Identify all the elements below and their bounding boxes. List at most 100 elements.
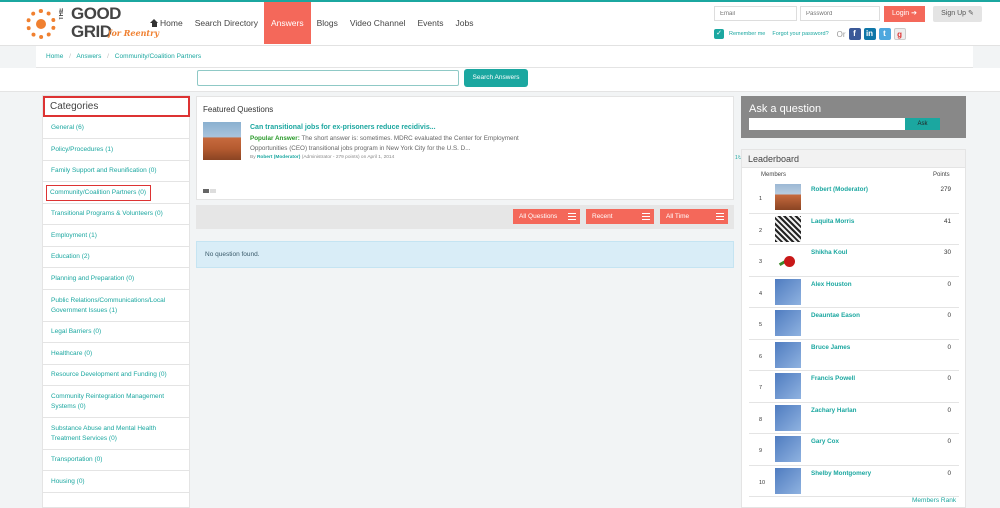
member-link[interactable]: Shikha Koul xyxy=(811,249,847,256)
members-rank-link[interactable]: Members Rank xyxy=(912,497,956,504)
search-answers-button[interactable]: Search Answers xyxy=(464,69,528,87)
category-item[interactable]: Policy/Procedures (1) xyxy=(43,139,189,161)
featured-questions-panel: Featured Questions Can transitional jobs… xyxy=(196,96,742,200)
avatar[interactable] xyxy=(775,373,801,399)
remember-me-checkbox[interactable]: ✓ xyxy=(714,29,724,39)
member-points: 279 xyxy=(940,186,951,193)
leaderboard-row: 5 Deauntae Eason 0 xyxy=(749,308,959,340)
all-time-filter[interactable]: All Time xyxy=(660,209,728,224)
twitter-icon[interactable]: t xyxy=(878,28,891,40)
category-item[interactable]: Healthcare (0) xyxy=(43,343,189,365)
forgot-password-link[interactable]: Forgot your password? xyxy=(772,31,828,37)
breadcrumb: Home / Answers / Community/Coalition Par… xyxy=(36,46,973,68)
login-button[interactable]: Login ➔ xyxy=(884,6,925,22)
menu-icon xyxy=(716,213,724,220)
remember-me-label[interactable]: Remember me xyxy=(729,31,765,37)
nav-search-directory[interactable]: Search Directory xyxy=(189,2,264,44)
member-points: 30 xyxy=(943,249,951,256)
breadcrumb-home[interactable]: Home xyxy=(46,53,63,60)
featured-question-thumbnail[interactable] xyxy=(203,122,241,160)
avatar[interactable] xyxy=(775,467,801,494)
nav-video-channel[interactable]: Video Channel xyxy=(344,2,412,44)
member-link[interactable]: Deauntae Eason xyxy=(811,312,860,319)
signup-button[interactable]: Sign Up ✎ xyxy=(933,6,982,22)
site-logo[interactable]: THE GOOD GRID for Reentry xyxy=(26,5,159,43)
ask-title: Ask a question xyxy=(749,103,822,115)
avatar[interactable] xyxy=(775,310,801,336)
ask-question-panel: Ask a question Ask xyxy=(741,96,966,138)
category-item[interactable]: Public Relations/Communications/Local Go… xyxy=(43,290,189,322)
avatar[interactable] xyxy=(775,404,801,431)
google-icon[interactable]: g xyxy=(893,28,906,40)
avatar[interactable] xyxy=(775,215,801,242)
category-item[interactable]: Substance Abuse and Mental Health Treatm… xyxy=(43,418,189,450)
logo-the: THE xyxy=(59,8,65,20)
category-item[interactable]: Housing (0) xyxy=(43,471,189,493)
leaderboard-row: 3 Shikha Koul 30 xyxy=(749,245,959,277)
breadcrumb-separator: / xyxy=(69,53,71,60)
ask-button[interactable]: Ask xyxy=(905,118,940,130)
menu-icon xyxy=(568,213,576,220)
breadcrumb-answers[interactable]: Answers xyxy=(76,53,101,60)
nav-blogs[interactable]: Blogs xyxy=(311,2,344,44)
avatar[interactable] xyxy=(775,184,801,210)
header: THE GOOD GRID for Reentry Home Search Di… xyxy=(0,2,1000,46)
category-item[interactable]: Community Reintegration Management Syste… xyxy=(43,386,189,418)
recent-filter[interactable]: Recent xyxy=(586,209,654,224)
nav-home[interactable]: Home xyxy=(144,2,189,44)
facebook-icon[interactable]: f xyxy=(848,28,861,40)
main-nav: Home Search Directory Answers Blogs Vide… xyxy=(144,2,479,44)
category-item[interactable]: Transportation (0) xyxy=(43,450,189,471)
member-link[interactable]: Robert (Moderator) xyxy=(811,186,868,193)
linkedin-icon[interactable]: in xyxy=(863,28,876,40)
nav-answers[interactable]: Answers xyxy=(264,2,311,44)
leaderboard-panel: Leaderboard Members Points 1 Robert (Mod… xyxy=(741,149,966,508)
breadcrumb-current: Community/Coalition Partners xyxy=(114,53,202,60)
avatar[interactable] xyxy=(775,341,801,368)
category-item[interactable]: Legal Barriers (0) xyxy=(43,322,189,343)
leaderboard-row: 1 Robert (Moderator) 279 xyxy=(749,182,959,214)
points-column-header: Points xyxy=(933,172,950,178)
member-link[interactable]: Shelby Montgomery xyxy=(811,470,871,477)
carousel-dot[interactable] xyxy=(210,189,216,193)
no-question-alert: No question found. xyxy=(196,241,734,268)
category-item[interactable]: Education (2) xyxy=(43,247,189,268)
leaderboard-row: 10 Shelby Montgomery 0 xyxy=(749,466,959,497)
member-link[interactable]: Bruce James xyxy=(811,344,850,351)
category-item[interactable]: Planning and Preparation (0) xyxy=(43,268,189,290)
rank: 8 xyxy=(759,416,763,423)
ask-question-input[interactable] xyxy=(749,118,905,130)
member-link[interactable]: Alex Houston xyxy=(811,281,852,288)
member-link[interactable]: Gary Cox xyxy=(811,438,839,445)
avatar[interactable] xyxy=(775,278,801,305)
avatar[interactable] xyxy=(775,247,801,273)
signup-label: Sign Up xyxy=(941,10,967,17)
category-item[interactable]: Resource Development and Funding (0) xyxy=(43,365,189,386)
category-item[interactable]: Employment (1) xyxy=(43,225,189,247)
leaderboard-title: Leaderboard xyxy=(742,150,965,168)
member-link[interactable]: Zachary Harlan xyxy=(811,407,857,414)
carousel-dot[interactable] xyxy=(203,189,209,193)
carousel-indicators xyxy=(203,189,217,193)
category-item-selected[interactable]: Community/Coalition Partners (0) xyxy=(43,182,189,204)
member-link[interactable]: Francis Powell xyxy=(811,375,855,382)
category-item[interactable]: Family Support and Reunification (0) xyxy=(43,161,189,182)
nav-events[interactable]: Events xyxy=(411,2,449,44)
avatar[interactable] xyxy=(775,436,801,462)
remember-row: ✓ Remember me Forgot your password? Or f… xyxy=(714,28,906,40)
all-questions-filter[interactable]: All Questions xyxy=(513,209,580,224)
rank: 1 xyxy=(759,196,763,202)
popular-answer-label: Popular Answer: xyxy=(250,135,300,142)
member-link[interactable]: Laquita Morris xyxy=(811,218,854,225)
password-field[interactable] xyxy=(800,6,880,21)
category-item[interactable]: General (6) xyxy=(43,118,189,139)
rank: 3 xyxy=(759,259,763,265)
member-points: 0 xyxy=(947,375,951,382)
meta-by: By xyxy=(250,155,256,160)
search-input[interactable] xyxy=(197,70,459,86)
meta-author-link[interactable]: Robert (Moderator) xyxy=(257,155,300,160)
featured-question-link[interactable]: Can transitional jobs for ex-prisoners r… xyxy=(250,124,436,131)
nav-jobs[interactable]: Jobs xyxy=(449,2,479,44)
email-field[interactable] xyxy=(714,6,797,21)
category-item[interactable]: Transitional Programs & Volunteers (0) xyxy=(43,204,189,225)
